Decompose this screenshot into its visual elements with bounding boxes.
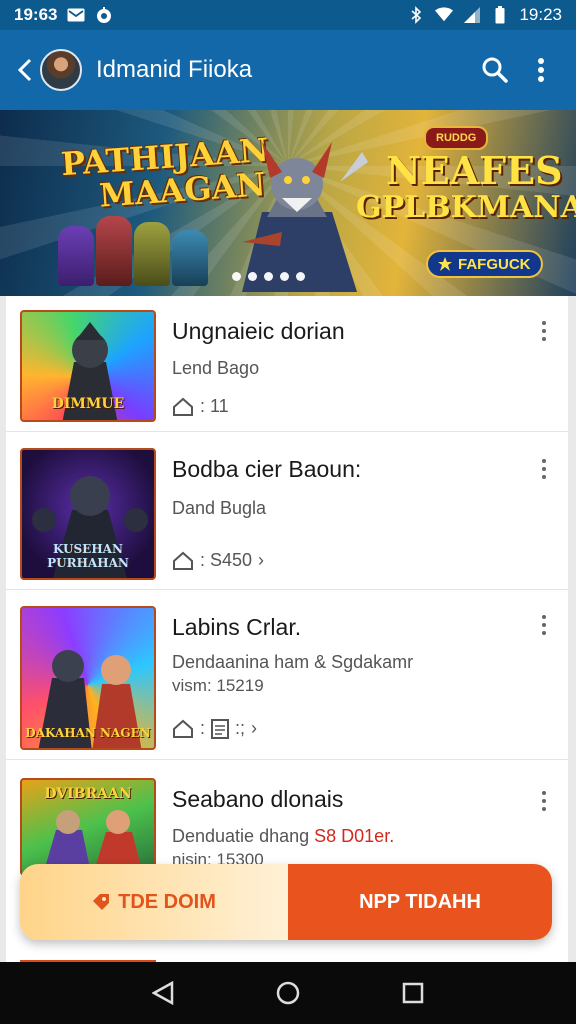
battery-icon <box>491 6 509 24</box>
square-recents-icon <box>403 982 424 1004</box>
villain-illustration <box>242 142 368 292</box>
home-icon <box>173 397 193 416</box>
list-item[interactable]: KUSEHAN PURHAHAN Bodba cier Baoun: Dand … <box>6 432 568 590</box>
carousel-dot[interactable] <box>296 272 305 281</box>
item-meta: : :; › <box>172 718 257 739</box>
list-item[interactable]: DAKAHAN NAGEN Labins Crlar. Dendaanina h… <box>6 590 568 760</box>
item-menu-button[interactable] <box>534 316 554 346</box>
item-title: Ungnaieic dorian <box>172 318 345 344</box>
primary-action-label: NPP TIDAHH <box>359 890 481 913</box>
secondary-action-button[interactable]: TDE DOIM <box>20 864 288 940</box>
wifi-icon <box>435 6 454 24</box>
tag-icon <box>93 894 110 910</box>
star-icon <box>438 257 452 271</box>
game-thumbnail[interactable]: KUSEHAN PURHAHAN <box>20 448 156 580</box>
item-subtitle-text: Denduatie dhang <box>172 826 310 846</box>
promo-banner[interactable]: PATHIJAAN MAAGAN RUDDG NEAFES GPLBKMANAI… <box>0 110 576 296</box>
nav-recents-button[interactable] <box>393 973 433 1013</box>
triangle-back-icon <box>151 981 173 1005</box>
item-meta-value: : 11 <box>200 396 229 416</box>
carousel-dot[interactable] <box>280 272 289 281</box>
mail-icon <box>67 6 85 24</box>
item-title: Labins Crlar. <box>172 614 302 640</box>
item-subtitle: Dand Bugla <box>172 498 267 518</box>
item-menu-button[interactable] <box>534 786 554 816</box>
document-icon <box>211 718 230 739</box>
home-icon <box>173 551 193 570</box>
carousel-dot[interactable] <box>264 272 273 281</box>
secondary-action-label: TDE DOIM <box>118 890 216 913</box>
status-bar: 19:63 19:23 <box>0 0 576 30</box>
search-button[interactable] <box>472 47 518 93</box>
thumbnail-label: KUSEHAN PURHAHAN <box>47 542 129 570</box>
game-thumbnail[interactable]: DAKAHAN NAGEN <box>20 606 156 750</box>
banner-right-title-line1: NEAFES <box>386 148 563 193</box>
chevron-right-icon: › <box>258 550 265 570</box>
primary-action-button[interactable]: NPP TIDAHH <box>288 864 552 940</box>
carousel-indicator <box>232 272 305 281</box>
hero-figure <box>172 230 208 286</box>
hero-figure <box>134 222 170 286</box>
nav-home-button[interactable] <box>268 973 308 1013</box>
item-menu-button[interactable] <box>534 454 554 484</box>
overflow-menu-button[interactable] <box>518 47 564 93</box>
hero-figure <box>96 216 132 286</box>
avatar[interactable] <box>40 49 82 91</box>
item-subtitle: Lend Bago <box>172 358 260 378</box>
status-time-left: 19:63 <box>14 5 58 24</box>
carousel-dot[interactable] <box>232 272 241 281</box>
game-thumbnail[interactable]: DVIBRAAN <box>20 778 156 876</box>
thumbnail-label: DVIBRAAN <box>44 786 132 802</box>
banner-cta-label: FAFGUCK <box>458 255 531 273</box>
back-button[interactable] <box>14 50 36 90</box>
thumbnail-label: DIMMUE <box>51 396 125 412</box>
item-meta: : S450 › <box>172 550 264 571</box>
banner-cta-button[interactable]: FAFGUCK <box>426 250 543 278</box>
hero-figure <box>58 226 94 286</box>
item-subtitle: Denduatie dhang S8 D01er. <box>172 826 394 847</box>
app-bar: Idmanid Fiioka <box>0 30 576 110</box>
carousel-dot[interactable] <box>248 272 257 281</box>
home-icon <box>173 719 193 738</box>
item-menu-button[interactable] <box>534 610 554 640</box>
action-bar: TDE DOIM NPP TIDAHH <box>20 864 552 940</box>
bluetooth-icon <box>407 6 425 24</box>
game-thumbnail[interactable]: DIMMUE <box>20 310 156 422</box>
system-nav-bar <box>0 962 576 1024</box>
item-title: Bodba cier Baoun: <box>172 456 362 482</box>
list-item[interactable]: DIMMUE Ungnaieic dorian Lend Bago : 11 <box>6 296 568 432</box>
thumbnail-label: DAKAHAN NAGEN <box>25 726 151 740</box>
notification-icon <box>95 6 113 24</box>
back-arrow-icon <box>18 58 32 82</box>
nav-back-button[interactable] <box>143 973 183 1013</box>
item-subtitle-secondary: vism: 15219 <box>172 676 264 695</box>
more-vert-icon <box>538 58 544 82</box>
status-time-right: 19:23 <box>519 5 562 24</box>
signal-icon <box>463 6 481 24</box>
page-title: Idmanid Fiioka <box>96 56 253 83</box>
banner-right-title-line2: GPLBKMANAI <box>356 190 576 225</box>
item-title: Seabano dlonais <box>172 786 344 812</box>
item-meta-value: :; <box>235 718 246 738</box>
item-price: S8 D01er. <box>314 826 395 846</box>
item-subtitle: Dendaanina ham & Sgdakamr <box>172 652 414 672</box>
banner-badge: RUDDG <box>424 126 489 150</box>
item-meta-value: : S450 <box>200 550 253 570</box>
search-icon <box>482 57 508 83</box>
chevron-right-icon: › <box>251 718 258 738</box>
item-meta: : 11 <box>172 396 229 417</box>
circle-home-icon <box>276 981 300 1005</box>
